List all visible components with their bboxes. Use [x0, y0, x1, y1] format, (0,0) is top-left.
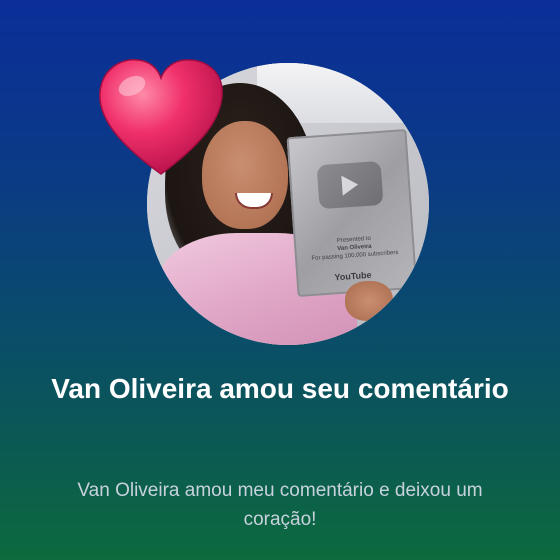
play-icon [316, 160, 384, 210]
silver-play-button-plaque: Presented to Van Oliveira For passing 10… [286, 129, 418, 297]
person-hand [345, 281, 393, 321]
notification-title: Van Oliveira amou seu comentário [51, 373, 509, 404]
heart-icon [99, 59, 223, 175]
notification-message: Van Oliveira amou meu comentário e deixo… [77, 480, 483, 530]
